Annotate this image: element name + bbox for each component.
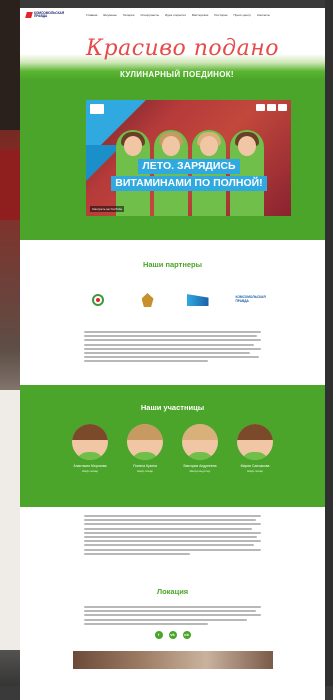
nav-item[interactable]: Спецпроекты — [140, 13, 159, 17]
badge-icon — [267, 104, 276, 111]
nav-item[interactable]: Главная — [86, 13, 97, 17]
participant-card[interactable]: Полина Кузина Шеф-повар — [126, 424, 164, 474]
youtube-link[interactable]: Смотреть на YouTube — [90, 206, 125, 212]
hero-subtitle: КУЛИНАРНЫЙ ПОЕДИНОК! — [120, 70, 234, 79]
partner-logo[interactable]: КОМСОМОЛЬСКАЯ ПРАВДА — [235, 291, 266, 309]
top-navigation: КОМСОМОЛЬСКАЯ ПРАВДА Главная Шоумены Гал… — [20, 8, 325, 22]
social-links: f vk ok — [20, 630, 325, 639]
location-title: Локация — [156, 587, 189, 596]
participant-role: Шеф-повар — [136, 469, 154, 473]
nav-menu: Главная Шоумены Галерея Спецпроекты Идея… — [86, 13, 270, 17]
avatar — [237, 424, 273, 460]
video-player[interactable]: ЛЕТО. ЗАРЯДИСЬ ВИТАМИНАМИ ПО ПОЛНОЙ! Смо… — [86, 100, 291, 216]
about-section — [20, 507, 325, 579]
participant-role: Шеф-повар — [246, 469, 264, 473]
webpage: КОМСОМОЛЬСКАЯ ПРАВДА Главная Шоумены Гал… — [20, 8, 325, 700]
partner-logos: КОМСОМОЛЬСКАЯ ПРАВДА — [20, 291, 325, 309]
nav-item[interactable]: Пресс-центр — [233, 13, 251, 17]
nav-item[interactable]: Идея открытия — [165, 13, 186, 17]
background-photo-left — [0, 0, 20, 700]
video-badges — [256, 104, 287, 111]
circle-emblem-icon — [91, 294, 104, 306]
participants-title: Наши участницы — [140, 403, 205, 412]
nav-item[interactable]: Ресторан — [214, 13, 227, 17]
partner-logo[interactable] — [86, 291, 110, 309]
badge-icon — [256, 104, 265, 111]
participant-role: Шеф-повар — [81, 469, 99, 473]
avatar — [72, 424, 108, 460]
participants-section: Наши участницы Анастасия Морозова Шеф-по… — [20, 385, 325, 507]
ok-icon[interactable]: ok — [182, 630, 191, 639]
wave-logo-icon — [186, 294, 209, 306]
video-title: ЛЕТО. ЗАРЯДИСЬ ВИТАМИНАМИ ПО ПОЛНОЙ! — [104, 158, 274, 192]
partners-section: Наши партнеры КОМСОМОЛЬСКАЯ ПРАВДА — [20, 240, 325, 385]
site-logo[interactable]: КОМСОМОЛЬСКАЯ ПРАВДА — [25, 10, 65, 19]
participant-name: Виктория Андреевна — [183, 464, 217, 468]
nav-item[interactable]: Контакты — [257, 13, 270, 17]
participant-card[interactable]: Анастасия Морозова Шеф-повар — [71, 424, 109, 474]
location-text — [20, 606, 325, 625]
participants-list: Анастасия Морозова Шеф-повар Полина Кузи… — [20, 424, 325, 474]
nav-item[interactable]: Шоумены — [103, 13, 116, 17]
vk-icon[interactable]: vk — [168, 630, 177, 639]
logo-text: КОМСОМОЛЬСКАЯ ПРАВДА — [34, 10, 65, 18]
avatar — [127, 424, 163, 460]
nav-item[interactable]: Галерея — [123, 13, 135, 17]
facebook-icon[interactable]: f — [154, 630, 163, 639]
hero-banner: Красиво подано КУЛИНАРНЫЙ ПОЕДИНОК! — [20, 22, 325, 80]
video-logo-icon — [90, 104, 104, 114]
location-photo — [72, 650, 273, 669]
partner-logo[interactable] — [136, 291, 160, 309]
participant-card[interactable]: Мария Сапожкова Шеф-повар — [236, 424, 274, 474]
partner-logo[interactable] — [186, 291, 210, 309]
location-section: Локация f vk ok — [20, 579, 325, 700]
participant-name: Анастасия Морозова — [73, 464, 107, 468]
eagle-emblem-icon — [141, 293, 154, 307]
video-title-line: ЛЕТО. ЗАРЯДИСЬ — [138, 159, 240, 174]
logo-mark-icon — [25, 12, 33, 18]
video-section: ЛЕТО. ЗАРЯДИСЬ ВИТАМИНАМИ ПО ПОЛНОЙ! Смо… — [20, 80, 325, 240]
badge-icon — [278, 104, 287, 111]
browser-background-top — [0, 0, 333, 8]
participant-name: Полина Кузина — [133, 464, 157, 468]
avatar — [182, 424, 218, 460]
background-right — [325, 0, 333, 700]
about-text — [20, 515, 325, 555]
partners-description — [20, 331, 325, 363]
video-title-line: ВИТАМИНАМИ ПО ПОЛНОЙ! — [111, 176, 267, 191]
text-logo-icon: КОМСОМОЛЬСКАЯ ПРАВДА — [235, 295, 266, 303]
participant-name: Мария Сапожкова — [240, 464, 270, 468]
participant-card[interactable]: Виктория Андреевна Шеф-кондитер — [181, 424, 219, 474]
nav-item[interactable]: Мастерские — [192, 13, 209, 17]
partners-title: Наши партнеры — [142, 260, 203, 269]
participant-role: Шеф-кондитер — [189, 469, 211, 473]
hero-script-title: Красиво подано — [86, 36, 279, 61]
